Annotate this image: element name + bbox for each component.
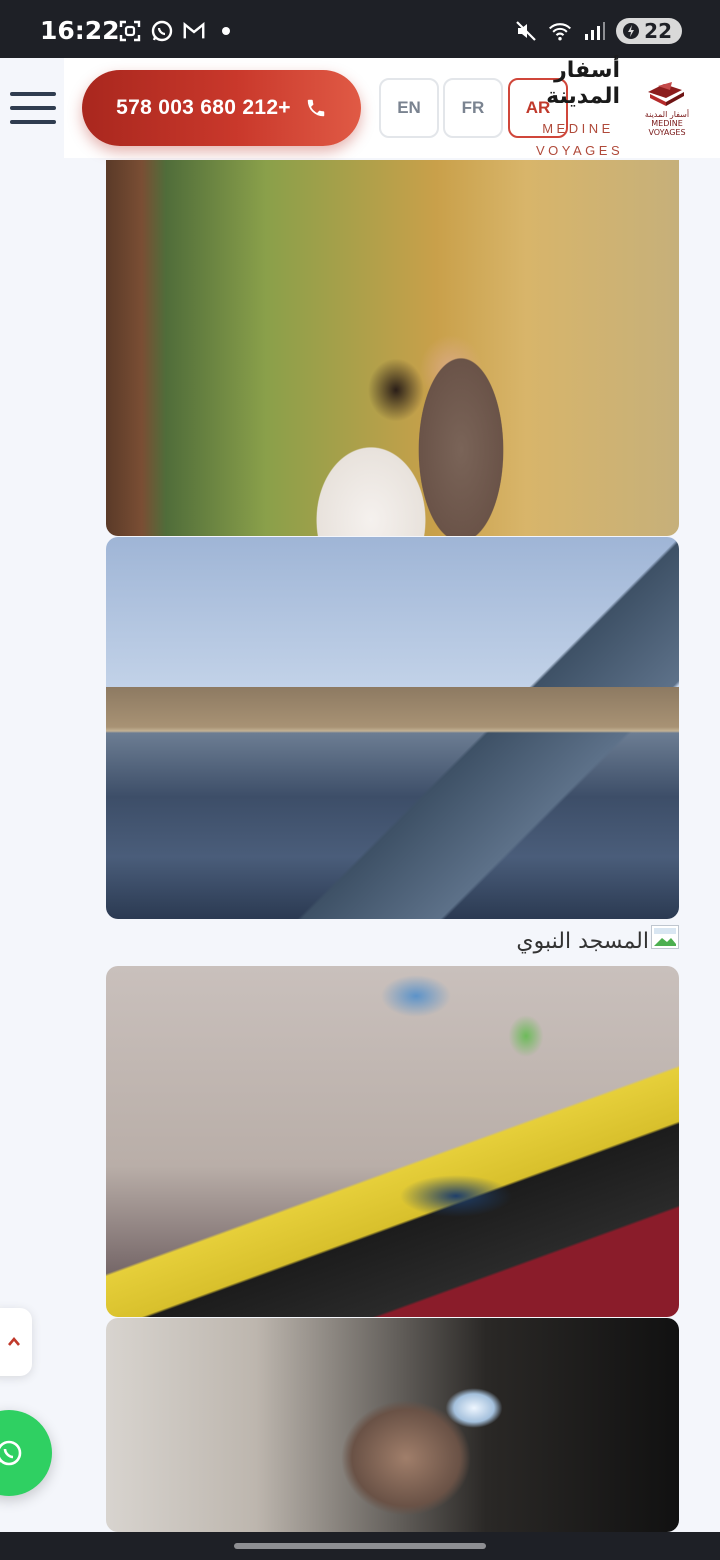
- lang-en-button[interactable]: EN: [379, 78, 439, 138]
- home-indicator[interactable]: [234, 1543, 486, 1549]
- battery-level: 22: [644, 19, 672, 43]
- climbing-wall-image[interactable]: [106, 966, 679, 1317]
- broken-image-caption: المسجد النبوي: [106, 925, 679, 961]
- dot-icon: [214, 19, 238, 43]
- call-button[interactable]: 578 003 680 212+: [82, 70, 361, 146]
- mute-icon: [514, 19, 538, 43]
- brand-name-english[interactable]: MEDINE VOYAGES: [536, 118, 620, 162]
- menu-icon[interactable]: [10, 92, 56, 124]
- chevron-up-icon: [8, 1336, 20, 1346]
- brand-name-arabic[interactable]: أسفار المدينة: [530, 58, 620, 110]
- system-nav-bar: [0, 1532, 720, 1560]
- gmail-icon: [182, 19, 206, 43]
- logo-caption-arabic: أسفار المدينة: [644, 110, 690, 119]
- screenshot-icon: [118, 19, 142, 43]
- wedding-couple-image[interactable]: [106, 160, 679, 536]
- status-time: 16:22: [40, 16, 120, 45]
- book-logo-icon: [648, 82, 684, 106]
- scroll-to-top-button[interactable]: [0, 1308, 32, 1376]
- workshop-image[interactable]: [106, 1318, 679, 1532]
- brand-logo[interactable]: أسفار المدينة MEDINE VOYAGES: [636, 78, 698, 137]
- whatsapp-icon: [150, 19, 174, 43]
- battery-icon: [623, 23, 640, 39]
- lang-fr-button[interactable]: FR: [443, 78, 503, 138]
- site-header: 578 003 680 212+ EN FR AR أسفار المدينة …: [0, 58, 720, 160]
- battery-indicator: 22: [616, 18, 682, 44]
- system-icons: 22: [514, 18, 682, 44]
- broken-image-icon: [651, 925, 679, 949]
- whatsapp-button[interactable]: [0, 1410, 52, 1496]
- status-bar: 16:22 22: [0, 0, 720, 58]
- image-alt-text: المسجد النبوي: [516, 929, 649, 954]
- phone-icon: [307, 99, 325, 117]
- notification-icons: [118, 19, 238, 43]
- wifi-icon: [548, 19, 572, 43]
- phone-number: 578 003 680 212+: [116, 96, 291, 119]
- whatsapp-icon: [0, 1440, 22, 1466]
- louvre-pyramid-image[interactable]: [106, 537, 679, 919]
- logo-caption-english: MEDINE VOYAGES: [648, 119, 686, 137]
- signal-icon: [582, 19, 606, 43]
